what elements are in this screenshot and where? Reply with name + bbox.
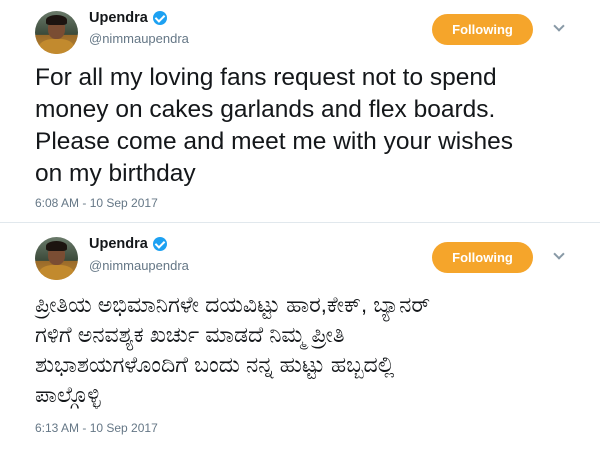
- verified-badge-icon: [152, 237, 167, 251]
- author-name[interactable]: Upendra: [89, 10, 167, 26]
- avatar[interactable]: [35, 11, 78, 54]
- tweet: Upendra @nimmaupendra Following For all …: [0, 0, 600, 222]
- tweet: Upendra @nimmaupendra Following ಪ್ರೀತಿಯ …: [0, 222, 600, 450]
- following-button[interactable]: Following: [432, 14, 533, 45]
- tweet-text: ಪ್ರೀತಿಯ ಅಭಿಮಾನಿಗಳೇ ದಯವಿಟ್ಟು ಹಾರ,ಕೇಕ್, ಬ್…: [35, 292, 431, 407]
- tweet-timestamp[interactable]: 6:13 AM - 10 Sep 2017: [35, 421, 158, 435]
- author-name-label: Upendra: [89, 10, 148, 26]
- tweet-text: For all my loving fans request not to sp…: [35, 64, 513, 187]
- avatar[interactable]: [35, 237, 78, 280]
- author-name[interactable]: Upendra: [89, 236, 167, 252]
- verified-badge-icon: [152, 11, 167, 25]
- author-handle[interactable]: @nimmaupendra: [89, 258, 189, 273]
- author-handle[interactable]: @nimmaupendra: [89, 31, 189, 46]
- following-button[interactable]: Following: [432, 242, 533, 273]
- author-name-label: Upendra: [89, 236, 148, 252]
- chevron-down-icon[interactable]: [553, 22, 565, 34]
- tweet-timestamp[interactable]: 6:08 AM - 10 Sep 2017: [35, 196, 158, 210]
- chevron-down-icon[interactable]: [553, 250, 565, 262]
